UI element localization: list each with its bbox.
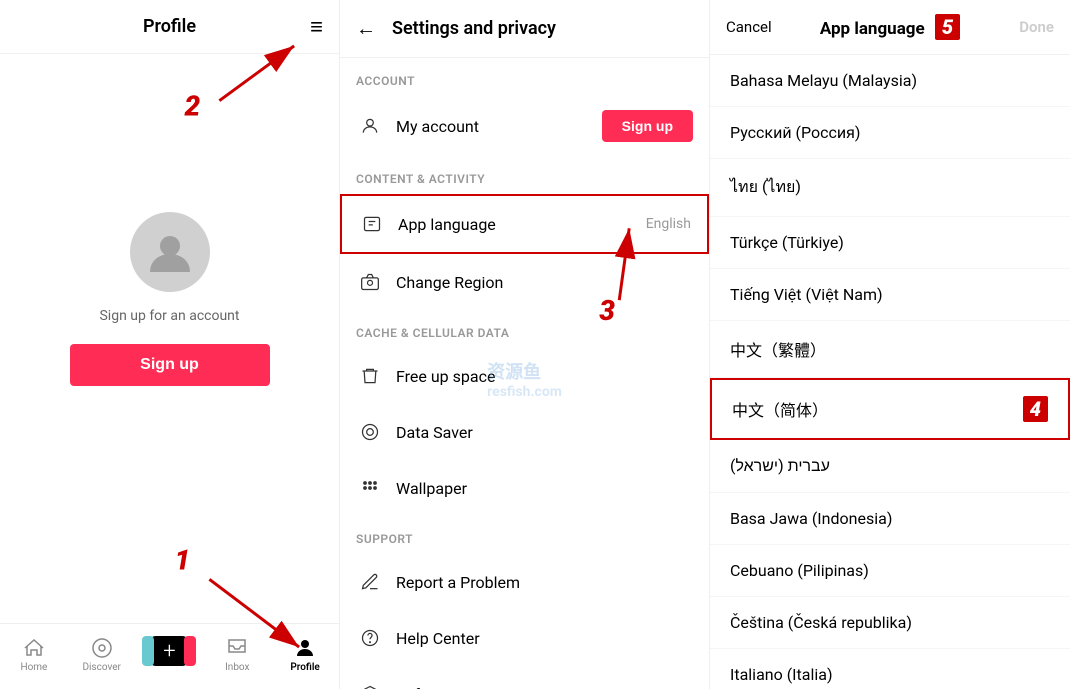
profile-panel: Profile ≡ Sign up for an account Sign up… bbox=[0, 0, 340, 689]
pencil-icon bbox=[356, 568, 384, 596]
home-icon bbox=[22, 636, 46, 660]
app-language-item[interactable]: App language English bbox=[340, 194, 709, 254]
settings-title: Settings and privacy bbox=[392, 18, 556, 39]
nav-discover-label: Discover bbox=[82, 662, 121, 673]
lang-thai[interactable]: ไทย (ไทย) bbox=[710, 159, 1070, 217]
lang-javanese[interactable]: Basa Jawa (Indonesia) bbox=[710, 493, 1070, 545]
bottom-nav: Home Discover + + Inbox bbox=[0, 623, 339, 689]
profile-content: Sign up for an account Sign up bbox=[0, 54, 339, 623]
lang-bahasa[interactable]: Bahasa Melayu (Malaysia) bbox=[710, 55, 1070, 107]
profile-title: Profile bbox=[143, 16, 196, 37]
signup-prompt: Sign up for an account bbox=[99, 308, 239, 324]
circle-icon bbox=[356, 418, 384, 446]
language-list: Bahasa Melayu (Malaysia) Русский (Россия… bbox=[710, 55, 1070, 689]
back-button[interactable]: ← bbox=[356, 16, 376, 41]
my-account-label: My account bbox=[396, 117, 602, 136]
lang-chinese-trad[interactable]: 中文（繁體） bbox=[710, 321, 1070, 378]
trash-icon bbox=[356, 362, 384, 390]
account-signup-button[interactable]: Sign up bbox=[602, 110, 693, 142]
wallpaper-item[interactable]: Wallpaper bbox=[340, 460, 709, 516]
data-saver-item[interactable]: Data Saver bbox=[340, 404, 709, 460]
change-region-label: Change Region bbox=[396, 273, 693, 292]
language-panel: Cancel App language 5 Done Bahasa Melayu… bbox=[710, 0, 1070, 689]
settings-panel: ← Settings and privacy ACCOUNT My accoun… bbox=[340, 0, 710, 689]
section-support-label: SUPPORT bbox=[340, 516, 709, 554]
language-title-text: App language bbox=[820, 19, 925, 39]
lang-chinese-simp[interactable]: 中文（简体） 4 bbox=[710, 378, 1070, 440]
section-cache-label: CACHE & CELLULAR DATA bbox=[340, 310, 709, 348]
change-region-item[interactable]: Change Region bbox=[340, 254, 709, 310]
language-header: Cancel App language 5 Done bbox=[710, 0, 1070, 55]
lang-hebrew[interactable]: עברית (ישראל) bbox=[710, 440, 1070, 493]
free-up-space-label: Free up space bbox=[396, 367, 693, 386]
section-content-label: CONTENT & ACTIVITY bbox=[340, 156, 709, 194]
settings-header: ← Settings and privacy bbox=[340, 0, 709, 58]
app-language-value: English bbox=[646, 216, 691, 232]
nav-home[interactable]: Home bbox=[0, 632, 68, 685]
nav-inbox[interactable]: Inbox bbox=[203, 632, 271, 685]
plus-button[interactable]: + bbox=[148, 636, 190, 666]
lang-czech[interactable]: Čeština (Česká republika) bbox=[710, 597, 1070, 649]
language-icon bbox=[358, 210, 386, 238]
step-5-badge: 5 bbox=[935, 14, 960, 40]
question-icon bbox=[356, 624, 384, 652]
lang-vietnamese[interactable]: Tiếng Việt (Việt Nam) bbox=[710, 269, 1070, 321]
lang-turkish[interactable]: Türkçe (Türkiye) bbox=[710, 217, 1070, 269]
safety-center-item[interactable]: Safety Center bbox=[340, 666, 709, 689]
nav-inbox-label: Inbox bbox=[225, 662, 249, 673]
profile-icon bbox=[293, 636, 317, 660]
person-icon bbox=[356, 112, 384, 140]
nav-profile[interactable]: Profile bbox=[271, 632, 339, 685]
data-saver-label: Data Saver bbox=[396, 423, 693, 442]
menu-icon[interactable]: ≡ bbox=[310, 14, 323, 40]
camera-icon bbox=[356, 268, 384, 296]
nav-plus[interactable]: + + bbox=[136, 632, 204, 685]
language-title: App language 5 bbox=[808, 14, 972, 40]
section-account-label: ACCOUNT bbox=[340, 58, 709, 96]
lang-italian[interactable]: Italiano (Italia) bbox=[710, 649, 1070, 689]
step-4-badge: 4 bbox=[1023, 396, 1048, 422]
nav-discover[interactable]: Discover bbox=[68, 632, 136, 685]
shield-icon bbox=[356, 680, 384, 689]
app-language-label: App language bbox=[398, 215, 646, 234]
my-account-item[interactable]: My account Sign up bbox=[340, 96, 709, 156]
cancel-button[interactable]: Cancel bbox=[726, 18, 808, 36]
discover-icon bbox=[90, 636, 114, 660]
inbox-icon bbox=[225, 636, 249, 660]
nav-profile-label: Profile bbox=[290, 662, 320, 673]
report-problem-item[interactable]: Report a Problem bbox=[340, 554, 709, 610]
free-up-space-item[interactable]: Free up space bbox=[340, 348, 709, 404]
nav-home-label: Home bbox=[20, 662, 47, 673]
help-center-label: Help Center bbox=[396, 629, 693, 648]
plus-icon: + bbox=[163, 639, 175, 664]
wallpaper-label: Wallpaper bbox=[396, 479, 693, 498]
signup-button[interactable]: Sign up bbox=[70, 344, 270, 386]
avatar bbox=[130, 212, 210, 292]
done-button[interactable]: Done bbox=[972, 18, 1054, 36]
profile-header: Profile ≡ bbox=[0, 0, 339, 54]
help-center-item[interactable]: Help Center bbox=[340, 610, 709, 666]
report-problem-label: Report a Problem bbox=[396, 573, 693, 592]
dots-icon bbox=[356, 474, 384, 502]
safety-center-label: Safety Center bbox=[396, 685, 693, 689]
lang-russian[interactable]: Русский (Россия) bbox=[710, 107, 1070, 159]
lang-chinese-simp-label: 中文（简体） bbox=[732, 397, 828, 421]
lang-cebuano[interactable]: Cebuano (Pilipinas) bbox=[710, 545, 1070, 597]
avatar-icon bbox=[146, 228, 194, 276]
